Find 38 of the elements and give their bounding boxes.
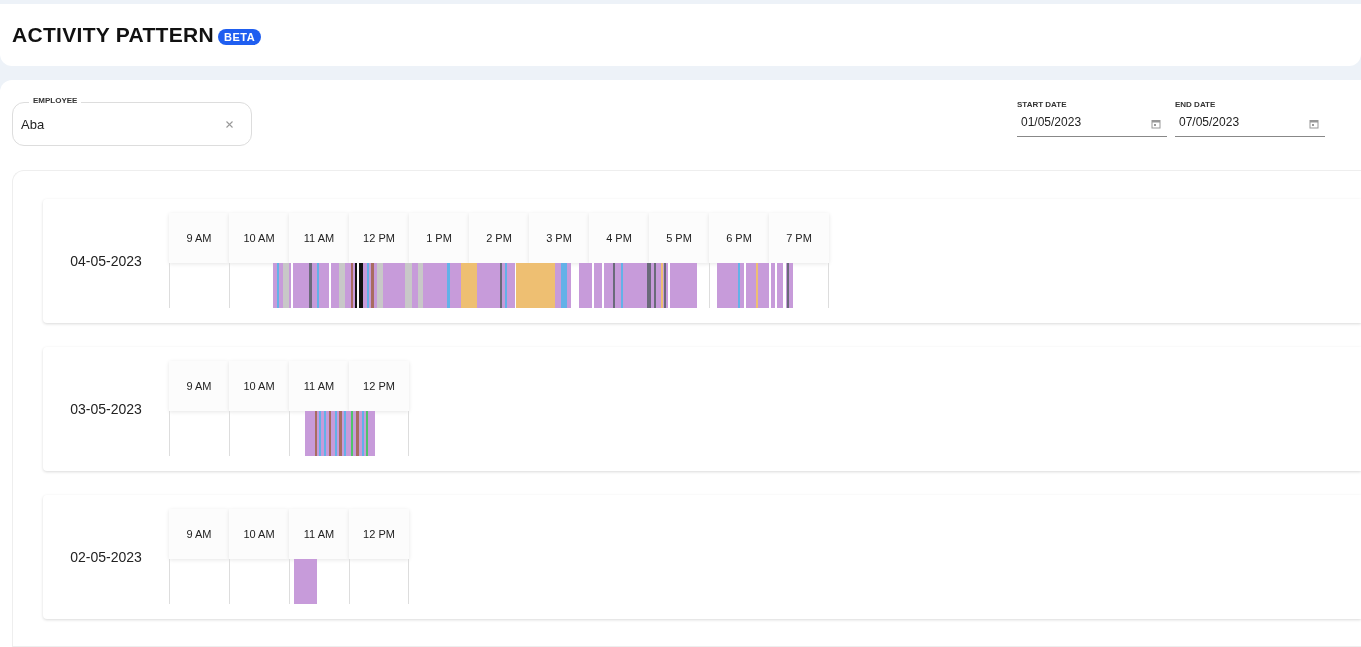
activity-strip-drawing <box>305 411 375 456</box>
hour-label: 3 PM <box>529 213 589 263</box>
hour-label: 11 AM <box>289 361 349 411</box>
hour-label: 10 AM <box>229 509 289 559</box>
hour-label: 11 AM <box>289 509 349 559</box>
beta-badge: BETA <box>218 29 262 45</box>
hour-label: 11 AM <box>289 213 349 263</box>
date-field[interactable]: 01/05/2023 <box>1017 115 1167 137</box>
hour-label: 1 PM <box>409 213 469 263</box>
date-value: 07/05/2023 <box>1179 115 1240 129</box>
hour-slot <box>349 559 409 604</box>
employee-label: EMPLOYEE <box>29 96 82 105</box>
activity-strip-drawing <box>294 559 317 604</box>
hour-label: 10 AM <box>229 361 289 411</box>
date-field[interactable]: 07/05/2023 <box>1175 115 1325 137</box>
employee-value: Aba <box>21 116 45 132</box>
calendar-icon[interactable] <box>1309 119 1319 129</box>
hour-label: 12 PM <box>349 213 409 263</box>
date-label: START DATE <box>1017 100 1068 109</box>
hour-label: 2 PM <box>469 213 529 263</box>
hour-label: 9 AM <box>169 213 229 263</box>
hour-label: 9 AM <box>169 361 229 411</box>
hour-label: 5 PM <box>649 213 709 263</box>
calendar-icon[interactable] <box>1151 119 1161 129</box>
hour-label: 12 PM <box>349 361 409 411</box>
hour-label: 12 PM <box>349 509 409 559</box>
day-date: 02-05-2023 <box>69 549 143 565</box>
date-label: END DATE <box>1175 100 1217 109</box>
hour-label: 9 AM <box>169 509 229 559</box>
hour-label: 7 PM <box>769 213 829 263</box>
hour-label: 6 PM <box>709 213 769 263</box>
page-title: ACTIVITY PATTERN <box>12 23 214 47</box>
clear-icon[interactable] <box>226 120 233 128</box>
day-date: 04-05-2023 <box>69 253 143 269</box>
day-date: 03-05-2023 <box>69 401 143 417</box>
hour-label: 4 PM <box>589 213 649 263</box>
hour-label: 10 AM <box>229 213 289 263</box>
date-value: 01/05/2023 <box>1021 115 1082 129</box>
